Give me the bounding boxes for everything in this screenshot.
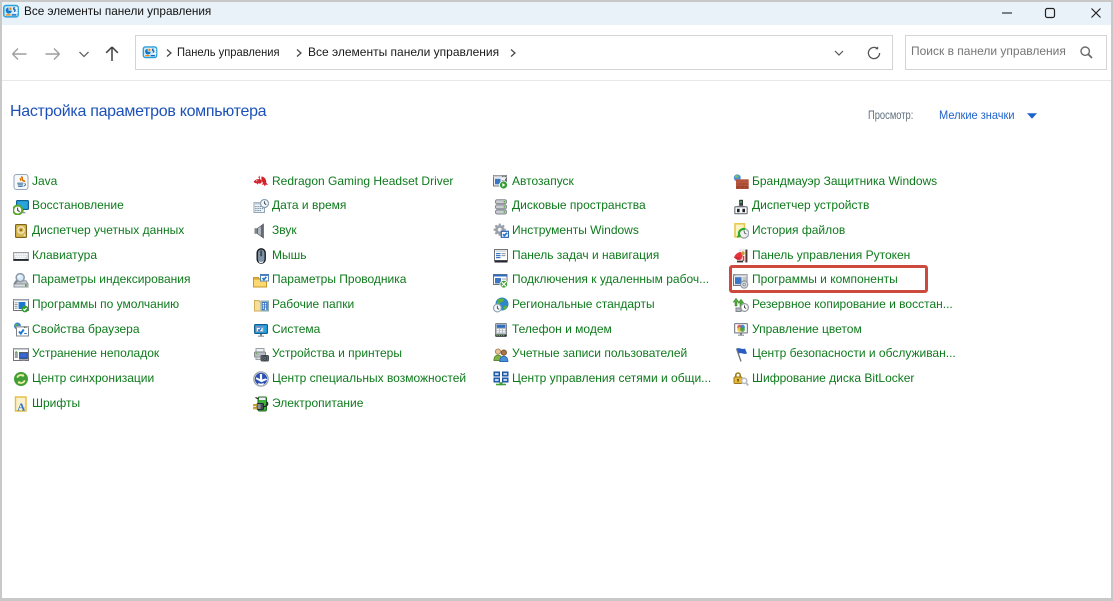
svg-text:A: A (17, 401, 25, 412)
